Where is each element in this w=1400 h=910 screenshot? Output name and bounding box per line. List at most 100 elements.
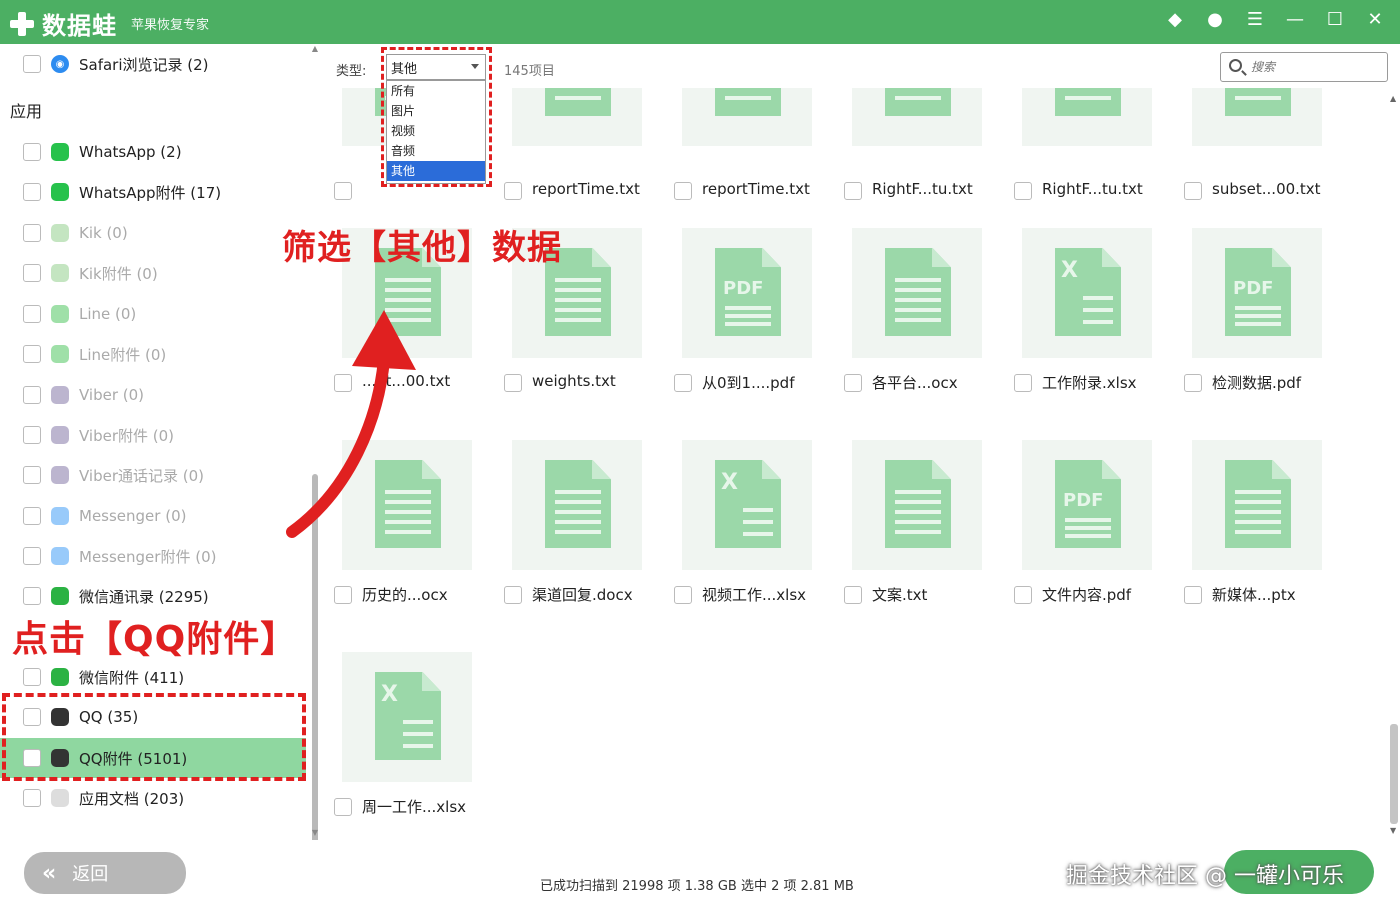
file-thumbnail[interactable] (1192, 440, 1322, 570)
menu-icon[interactable]: ☰ (1244, 9, 1266, 31)
file-name: 文案.txt (872, 586, 928, 604)
diamond-icon[interactable]: ◆ (1164, 9, 1186, 31)
search-input[interactable] (1251, 57, 1381, 77)
sidebar-item[interactable]: WhatsApp (2) (0, 132, 306, 172)
dropdown-option-all[interactable]: 所有 (387, 81, 485, 101)
checkbox[interactable] (23, 587, 41, 605)
checkbox[interactable] (23, 547, 41, 565)
file-checkbox[interactable] (1014, 586, 1032, 604)
scroll-down-icon[interactable]: ▼ (311, 828, 319, 837)
checkbox[interactable] (23, 305, 41, 323)
scroll-up-icon[interactable]: ▲ (1390, 94, 1396, 103)
file-checkbox[interactable] (844, 374, 862, 392)
file-thumbnail[interactable]: X (1022, 228, 1152, 358)
file-thumbnail[interactable] (512, 440, 642, 570)
file-checkbox[interactable] (674, 182, 692, 200)
sidebar-item[interactable]: 应用文档 (203) (0, 778, 306, 818)
checkbox[interactable] (23, 507, 41, 525)
checkbox[interactable] (23, 466, 41, 484)
file-checkbox[interactable] (334, 374, 352, 392)
file-checkbox[interactable] (844, 586, 862, 604)
file-checkbox[interactable] (504, 586, 522, 604)
sidebar-item[interactable]: QQ附件 (5101) (0, 738, 306, 778)
checkbox[interactable] (23, 143, 41, 161)
file-checkbox[interactable] (504, 374, 522, 392)
sidebar-item[interactable]: Viber通话记录 (0) (0, 455, 306, 495)
file-thumbnail[interactable] (852, 440, 982, 570)
file-checkbox[interactable] (1184, 182, 1202, 200)
maximize-icon[interactable]: ☐ (1324, 9, 1346, 31)
checkbox[interactable] (23, 224, 41, 242)
sidebar-item[interactable]: QQ (35) (0, 697, 306, 737)
txt-file-icon (545, 88, 611, 116)
checkbox[interactable] (23, 789, 41, 807)
file-thumbnail[interactable] (852, 88, 982, 146)
file-checkbox[interactable] (1184, 586, 1202, 604)
sidebar-item-safari[interactable]: ◉ Safari浏览记录 (2) (0, 44, 306, 84)
whatsapp-icon (51, 183, 69, 201)
file-name: RightF...tu.txt (1042, 180, 1143, 198)
main-scrollbar[interactable] (1390, 724, 1398, 824)
file-checkbox[interactable] (1014, 374, 1032, 392)
wechat-icon (51, 668, 69, 686)
scroll-down-icon[interactable]: ▼ (1390, 826, 1396, 835)
sidebar-item[interactable]: Kik (0) (0, 213, 306, 253)
sidebar-item-label: QQ附件 (5101) (79, 749, 188, 768)
file-checkbox[interactable] (1184, 374, 1202, 392)
file-checkbox[interactable] (674, 586, 692, 604)
checkbox[interactable] (23, 668, 41, 686)
file-thumbnail[interactable]: PDF (1022, 440, 1152, 570)
file-checkbox[interactable] (334, 798, 352, 816)
file-checkbox[interactable] (334, 586, 352, 604)
file-checkbox[interactable] (674, 374, 692, 392)
doc-file-icon (375, 460, 441, 548)
sidebar-item[interactable]: Messenger (0) (0, 496, 306, 536)
file-thumbnail[interactable]: X (342, 652, 472, 782)
sidebar-item[interactable]: 微信附件 (411) (0, 657, 306, 697)
back-button-label: 返回 (72, 864, 109, 885)
sidebar-item[interactable]: Line (0) (0, 294, 306, 334)
sidebar-item-label: Kik附件 (0) (79, 264, 158, 283)
back-button[interactable]: « 返回 (24, 852, 186, 894)
file-checkbox[interactable] (334, 182, 352, 200)
sidebar-item[interactable]: Viber附件 (0) (0, 415, 306, 455)
file-checkbox[interactable] (844, 182, 862, 200)
checkbox[interactable] (23, 55, 41, 73)
type-select[interactable]: 其他 (386, 54, 486, 80)
search-box[interactable] (1220, 52, 1388, 82)
checkbox[interactable] (23, 183, 41, 201)
sidebar-item[interactable]: Kik附件 (0) (0, 253, 306, 293)
minimize-icon[interactable]: — (1284, 9, 1306, 31)
sidebar-item[interactable]: Messenger附件 (0) (0, 536, 306, 576)
file-thumbnail[interactable]: PDF (1192, 228, 1322, 358)
file-thumbnail[interactable] (1192, 88, 1322, 146)
chat-icon[interactable]: ● (1204, 9, 1226, 31)
dropdown-option-images[interactable]: 图片 (387, 101, 485, 121)
file-thumbnail[interactable] (852, 228, 982, 358)
sidebar-item[interactable]: Line附件 (0) (0, 334, 306, 374)
checkbox[interactable] (23, 708, 41, 726)
file-name: subset...00.txt (1212, 180, 1321, 198)
checkbox[interactable] (23, 426, 41, 444)
close-icon[interactable]: ✕ (1364, 9, 1386, 31)
dropdown-option-other[interactable]: 其他 (387, 161, 485, 181)
file-thumbnail[interactable]: X (682, 440, 812, 570)
file-name: 工作附录.xlsx (1042, 374, 1137, 392)
file-thumbnail[interactable]: PDF (682, 228, 812, 358)
sidebar-item[interactable]: WhatsApp附件 (17) (0, 172, 306, 212)
scroll-up-icon[interactable]: ▲ (311, 44, 319, 53)
dropdown-option-audio[interactable]: 音频 (387, 141, 485, 161)
sidebar-item[interactable]: Viber (0) (0, 375, 306, 415)
dropdown-option-videos[interactable]: 视频 (387, 121, 485, 141)
file-thumbnail[interactable] (1022, 88, 1152, 146)
file-thumbnail[interactable] (342, 440, 472, 570)
checkbox[interactable] (23, 264, 41, 282)
file-checkbox[interactable] (1014, 182, 1032, 200)
checkbox[interactable] (23, 749, 41, 767)
file-thumbnail[interactable] (682, 88, 812, 146)
sidebar-scrollbar[interactable] (312, 474, 318, 854)
checkbox[interactable] (23, 386, 41, 404)
file-checkbox[interactable] (504, 182, 522, 200)
file-thumbnail[interactable] (512, 88, 642, 146)
checkbox[interactable] (23, 345, 41, 363)
